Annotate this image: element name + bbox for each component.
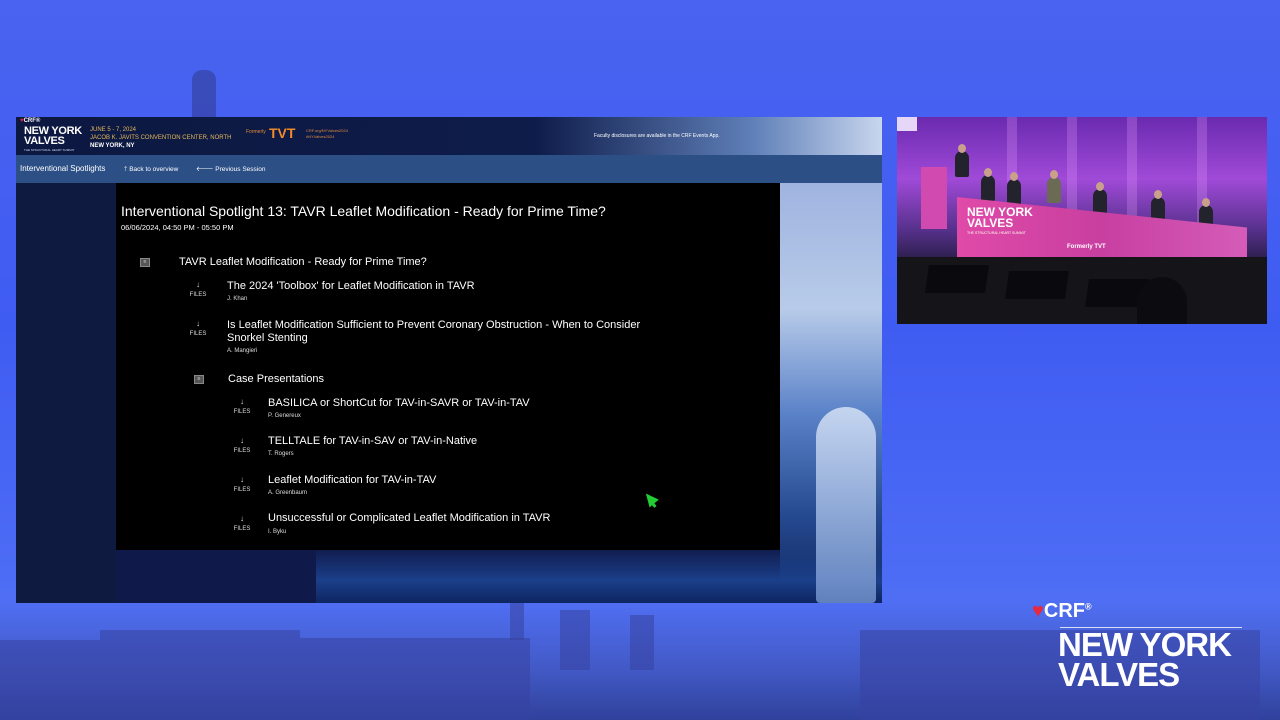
talk-speaker: J. Khan: [227, 296, 248, 302]
city-lights: [316, 547, 882, 603]
speaker-figure: [955, 151, 969, 177]
heart-icon: ♥: [1032, 600, 1044, 622]
talk-speaker: A. Mangieri: [227, 348, 258, 354]
conference-dates: JUNE 5 - 7, 2024 JACOB K. JAVITS CONVENT…: [90, 127, 232, 149]
talk-title[interactable]: TELLTALE for TAV-in-SAV or TAV-in-Native: [268, 435, 477, 448]
talk-title[interactable]: Leaflet Modification for TAV-in-TAV: [268, 474, 436, 487]
conference-subtitle: THE STRUCTURAL HEART SUMMIT: [24, 148, 75, 152]
statue-of-liberty-image: [816, 407, 876, 603]
talk-title[interactable]: The 2024 'Toolbox' for Leaflet Modificat…: [227, 280, 475, 293]
talk-title[interactable]: BASILICA or ShortCut for TAV-in-SAVR or …: [268, 397, 530, 410]
session-time: 06/06/2024, 04:50 PM - 05:50 PM: [121, 223, 234, 232]
panelist-figure: [981, 175, 995, 201]
conference-logo: NEW YORK VALVES: [24, 125, 82, 147]
talk-speaker: I. Byku: [268, 529, 287, 535]
files-button[interactable]: ↓ FILES: [186, 280, 210, 300]
stage-floor: [897, 257, 1267, 324]
files-button[interactable]: ↓ FILES: [230, 514, 254, 534]
panelist-figure: [1047, 177, 1061, 203]
formerly-label: Formerly: [246, 129, 266, 135]
talk-title[interactable]: Is Leaflet Modification Sufficient to Pr…: [227, 319, 640, 345]
podium: [921, 167, 947, 229]
download-icon: ↓: [196, 319, 200, 328]
left-band: [16, 183, 116, 603]
files-button[interactable]: ↓ FILES: [230, 475, 254, 495]
nav-title[interactable]: Interventional Spotlights: [20, 164, 105, 173]
files-button[interactable]: ↓ FILES: [230, 397, 254, 417]
disclosure-note: Faculty disclosures are available in the…: [594, 133, 720, 139]
group-title: TAVR Leaflet Modification - Ready for Pr…: [179, 256, 427, 268]
talk-title[interactable]: Unsuccessful or Complicated Leaflet Modi…: [268, 512, 550, 525]
arrow-left-icon: 🡐: [196, 166, 214, 173]
download-icon: ↓: [240, 475, 244, 484]
audience-member: [1137, 277, 1187, 324]
files-button[interactable]: ↓ FILES: [230, 436, 254, 456]
subgroup-collapse-icon[interactable]: ≡: [194, 375, 204, 384]
session-navbar: Interventional Spotlights 🡑 Back to over…: [16, 155, 882, 183]
crf-label: CRF®: [23, 118, 41, 124]
session-content: Interventional Spotlight 13: TAVR Leafle…: [116, 183, 780, 550]
statue-silhouette: [192, 70, 216, 118]
talk-speaker: T. Rogers: [268, 451, 294, 457]
panelist-figure: [1007, 179, 1021, 205]
conference-header: ♥CRF® NEW YORK VALVES THE STRUCTURAL HEA…: [16, 117, 882, 155]
previous-session-link[interactable]: 🡐 Previous Session: [196, 165, 265, 173]
download-icon: ↓: [240, 397, 244, 406]
live-video-feed: NEW YORK VALVES THE STRUCTURAL HEART SUM…: [897, 117, 1267, 324]
stage-logo: NEW YORK VALVES: [967, 205, 1033, 230]
subgroup-title: Case Presentations: [228, 373, 324, 385]
back-to-overview-link[interactable]: 🡑 Back to overview: [124, 165, 178, 176]
download-icon: ↓: [240, 514, 244, 523]
download-icon: ↓: [240, 436, 244, 445]
conference-links: CRF.org/NYValves2024 #NYValves2024: [306, 128, 348, 139]
download-icon: ↓: [196, 280, 200, 289]
talk-speaker: P. Genereux: [268, 413, 301, 419]
tvt-logo: TVT: [269, 125, 296, 141]
files-button[interactable]: ↓ FILES: [186, 319, 210, 339]
presentation-slide: ♥CRF® NEW YORK VALVES THE STRUCTURAL HEA…: [16, 117, 882, 603]
arrow-up-icon: 🡑: [124, 166, 128, 173]
group-collapse-icon[interactable]: ≡: [140, 258, 150, 267]
talk-speaker: A. Greenbaum: [268, 490, 308, 496]
session-title: Interventional Spotlight 13: TAVR Leafle…: [121, 203, 606, 219]
